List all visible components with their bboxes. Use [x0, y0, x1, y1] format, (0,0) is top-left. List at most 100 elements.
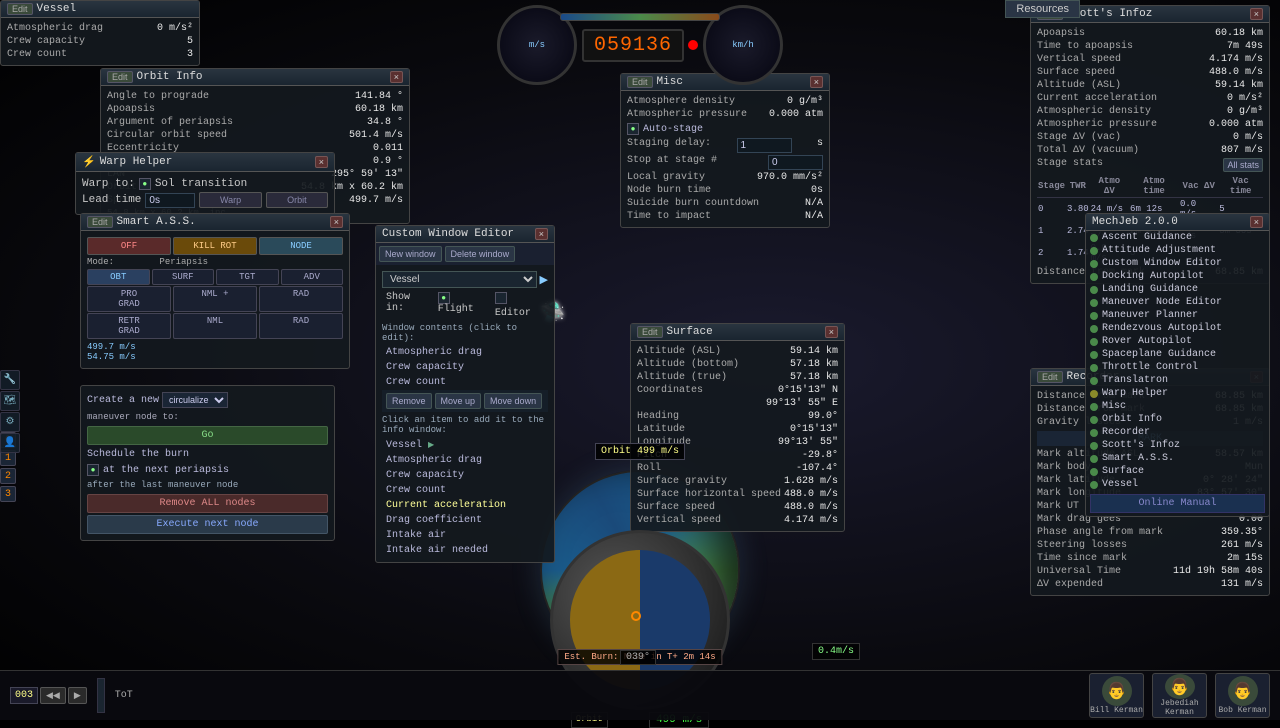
sass-mode-surf[interactable]: SURF [152, 269, 215, 285]
sass-mode-row3: RETRGRAD NML RAD [87, 313, 343, 339]
cwe-remove-button[interactable]: Remove [386, 393, 432, 409]
recorder-edit-button[interactable]: Edit [1037, 371, 1063, 383]
mechjeb-online-manual-button[interactable]: Online Manual [1090, 494, 1265, 513]
scotts-close-button[interactable]: × [1250, 8, 1263, 20]
mj-item-scotts-infoz[interactable]: Scott's Infoz [1086, 439, 1269, 452]
cwe-item-atmospheric-drag[interactable]: Atmospheric drag [382, 345, 548, 360]
mj-item-docking[interactable]: Docking Autopilot [1086, 270, 1269, 283]
cwe-avail-atmo-drag[interactable]: Atmospheric drag [382, 453, 548, 468]
resources-button[interactable]: Resources [1005, 0, 1080, 18]
cwe-move-up-button[interactable]: Move up [435, 393, 482, 409]
orbit-angle-prograde-row: Angle to prograde 141.84 ° [107, 90, 403, 103]
cwe-content: Vessel ▶ Show in: ● Flight Editor Window… [376, 265, 554, 562]
rec-dv-expended: ΔV expended 131 m/s [1037, 578, 1263, 591]
mj-item-throttle[interactable]: Throttle Control [1086, 361, 1269, 374]
vsi-display: 0.4m/s [812, 643, 860, 660]
mj-item-surface[interactable]: Surface [1086, 465, 1269, 478]
cwe-flight-option[interactable]: ● Flight [438, 292, 487, 319]
sass-mode-obt[interactable]: OBT [87, 269, 150, 285]
scotts-all-stats-button[interactable]: All stats [1223, 158, 1263, 172]
cwe-move-down-button[interactable]: Move down [484, 393, 542, 409]
sass-nml-plus[interactable]: NML + [173, 286, 257, 312]
cwe-item-crew-count[interactable]: Crew count [382, 375, 548, 390]
mj-item-cwe[interactable]: Custom Window Editor [1086, 257, 1269, 270]
sass-kill-button[interactable]: KILL ROT [173, 237, 257, 255]
surface-edit-button[interactable]: Edit [637, 326, 663, 338]
cwe-avail-intake-needed[interactable]: Intake air needed [382, 543, 548, 558]
sass-rad-1[interactable]: RAD [259, 286, 343, 312]
maneuver-next-periapsis-checkbox[interactable]: ● [87, 464, 99, 476]
sass-mode-adv[interactable]: ADV [281, 269, 344, 285]
cwe-avail-crew-count[interactable]: Crew count [382, 483, 548, 498]
maneuver-remove-all-button[interactable]: Remove ALL nodes [87, 494, 328, 513]
mj-item-vessel[interactable]: Vessel [1086, 478, 1269, 491]
cwe-new-window-button[interactable]: New window [379, 246, 442, 262]
maneuver-go-button[interactable]: Go [87, 426, 328, 445]
cwe-item-crew-capacity[interactable]: Crew capacity [382, 360, 548, 375]
mj-item-recorder[interactable]: Recorder [1086, 426, 1269, 439]
mj-item-warp-helper[interactable]: Warp Helper [1086, 387, 1269, 400]
mj-item-rendezvous[interactable]: Rendezvous Autopilot [1086, 322, 1269, 335]
sass-rad-2[interactable]: RAD [259, 313, 343, 339]
cwe-vessel-dropdown[interactable]: Vessel [382, 271, 537, 288]
mj-item-maneuver-node[interactable]: Maneuver Node Editor [1086, 296, 1269, 309]
mj-item-ascent-guidance[interactable]: Ascent Guidance [1086, 231, 1269, 244]
sass-node-button[interactable]: NODE [259, 237, 343, 255]
cwe-avail-vessel[interactable]: Vessel ▶ [382, 438, 548, 453]
cwe-arrow-button[interactable]: ▶ [540, 273, 548, 287]
mj-item-attitude[interactable]: Attitude Adjustment [1086, 244, 1269, 257]
mj-item-smart-ass[interactable]: Smart A.S.S. [1086, 452, 1269, 465]
vessel-edit-button[interactable]: Edit [7, 3, 33, 15]
toolbar-icon-settings[interactable]: ⚙ [0, 412, 20, 432]
warp-lead-time-input[interactable] [145, 193, 195, 208]
orbit-panel-header: Edit Orbit Info × [101, 69, 409, 86]
mj-item-spaceplane[interactable]: Spaceplane Guidance [1086, 348, 1269, 361]
warp-radio[interactable]: ● [139, 178, 151, 190]
warp-warp-button[interactable]: Warp [199, 192, 261, 208]
cwe-close-button[interactable]: × [535, 228, 548, 240]
mechjeb-close-button[interactable]: × [1250, 216, 1263, 228]
staging-play-button[interactable]: ▶ [68, 687, 87, 704]
sass-off-button[interactable]: OFF [87, 237, 171, 255]
sass-retr-grad[interactable]: RETRGRAD [87, 313, 171, 339]
mj-item-misc[interactable]: Misc [1086, 400, 1269, 413]
maneuver-type-dropdown[interactable]: circulalize [162, 392, 228, 408]
mj-item-translatron[interactable]: Translatron [1086, 374, 1269, 387]
misc-close-button[interactable]: × [810, 76, 823, 88]
warp-panel-header: ⚡ Warp Helper × [76, 153, 334, 172]
sass-nml[interactable]: NML [173, 313, 257, 339]
surface-alt-bottom-row: Altitude (bottom) 57.18 km [637, 358, 838, 371]
orbit-edit-button[interactable]: Edit [107, 71, 133, 83]
cwe-avail-intake-air[interactable]: Intake air [382, 528, 548, 543]
crew-name-2: Bob Kerman [1218, 706, 1266, 715]
mj-dot-vessel [1090, 481, 1098, 489]
sass-pro-grad[interactable]: PROGRAD [87, 286, 171, 312]
orbit-close-button[interactable]: × [390, 71, 403, 83]
mj-item-landing[interactable]: Landing Guidance [1086, 283, 1269, 296]
mj-item-orbit-info[interactable]: Orbit Info [1086, 413, 1269, 426]
hud-gauge-container: m/s 059136 km/h [497, 5, 783, 85]
vessel-panel-title: Vessel [37, 3, 77, 15]
smart-ass-close-button[interactable]: × [330, 216, 343, 228]
maneuver-execute-next-button[interactable]: Execute next node [87, 515, 328, 534]
misc-auto-stage-checkbox[interactable]: ● [627, 123, 639, 135]
sass-mode-tgt[interactable]: TGT [216, 269, 279, 285]
misc-stop-stage-input[interactable] [768, 155, 823, 170]
misc-staging-delay-input[interactable] [737, 138, 792, 153]
cwe-avail-crew-cap[interactable]: Crew capacity [382, 468, 548, 483]
toolbar-icon-crew[interactable]: 👤 [0, 433, 20, 453]
smart-ass-edit-button[interactable]: Edit [87, 216, 113, 228]
surface-close-button[interactable]: × [825, 326, 838, 338]
toolbar-icon-map[interactable]: 🗺 [0, 391, 20, 411]
warp-orbit-button[interactable]: Orbit [266, 192, 328, 208]
cwe-editor-option[interactable]: Editor [495, 292, 544, 319]
mj-item-maneuver-planner[interactable]: Maneuver Planner [1086, 309, 1269, 322]
mj-item-rover[interactable]: Rover Autopilot [1086, 335, 1269, 348]
toolbar-icon-wrench[interactable]: 🔧 [0, 370, 20, 390]
warp-close-button[interactable]: × [315, 156, 328, 168]
crew-face-2: 👨 [1228, 676, 1258, 706]
staging-rewind-button[interactable]: ◀◀ [40, 687, 66, 704]
cwe-avail-drag-coef[interactable]: Drag coefficient [382, 513, 548, 528]
cwe-delete-window-button[interactable]: Delete window [445, 246, 516, 262]
cwe-avail-current-accel[interactable]: Current acceleration [382, 498, 548, 513]
